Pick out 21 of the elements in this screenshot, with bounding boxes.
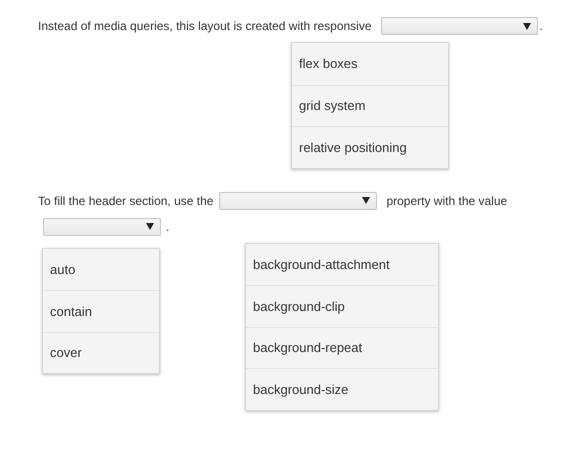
option-item[interactable]: background-size (246, 368, 438, 410)
dropdown-field[interactable] (219, 192, 378, 210)
caret-icon (362, 197, 370, 204)
option-item[interactable]: contain (43, 290, 159, 332)
question-text: To fill the header section, use the (38, 194, 214, 208)
option-item[interactable]: grid system (292, 84, 448, 126)
option-item[interactable]: relative positioning (292, 126, 448, 168)
option-item[interactable]: background-clip (246, 285, 438, 326)
option-item[interactable]: cover (43, 332, 159, 373)
option-item[interactable]: background-repeat (246, 326, 438, 368)
question-text: Instead of media queries, this layout is created with responsive (38, 19, 372, 33)
caret-icon (522, 22, 531, 30)
period-text: . (540, 19, 543, 33)
dropdown-field[interactable] (380, 17, 538, 35)
question-text: property with the value (386, 194, 508, 208)
period-text: . (166, 220, 170, 234)
caret-icon (146, 223, 154, 230)
option-item[interactable]: auto (43, 248, 159, 290)
option-item[interactable]: background-attachment (246, 244, 438, 285)
dropdown-field[interactable] (43, 218, 161, 236)
option-item[interactable]: flex boxes (292, 43, 448, 84)
